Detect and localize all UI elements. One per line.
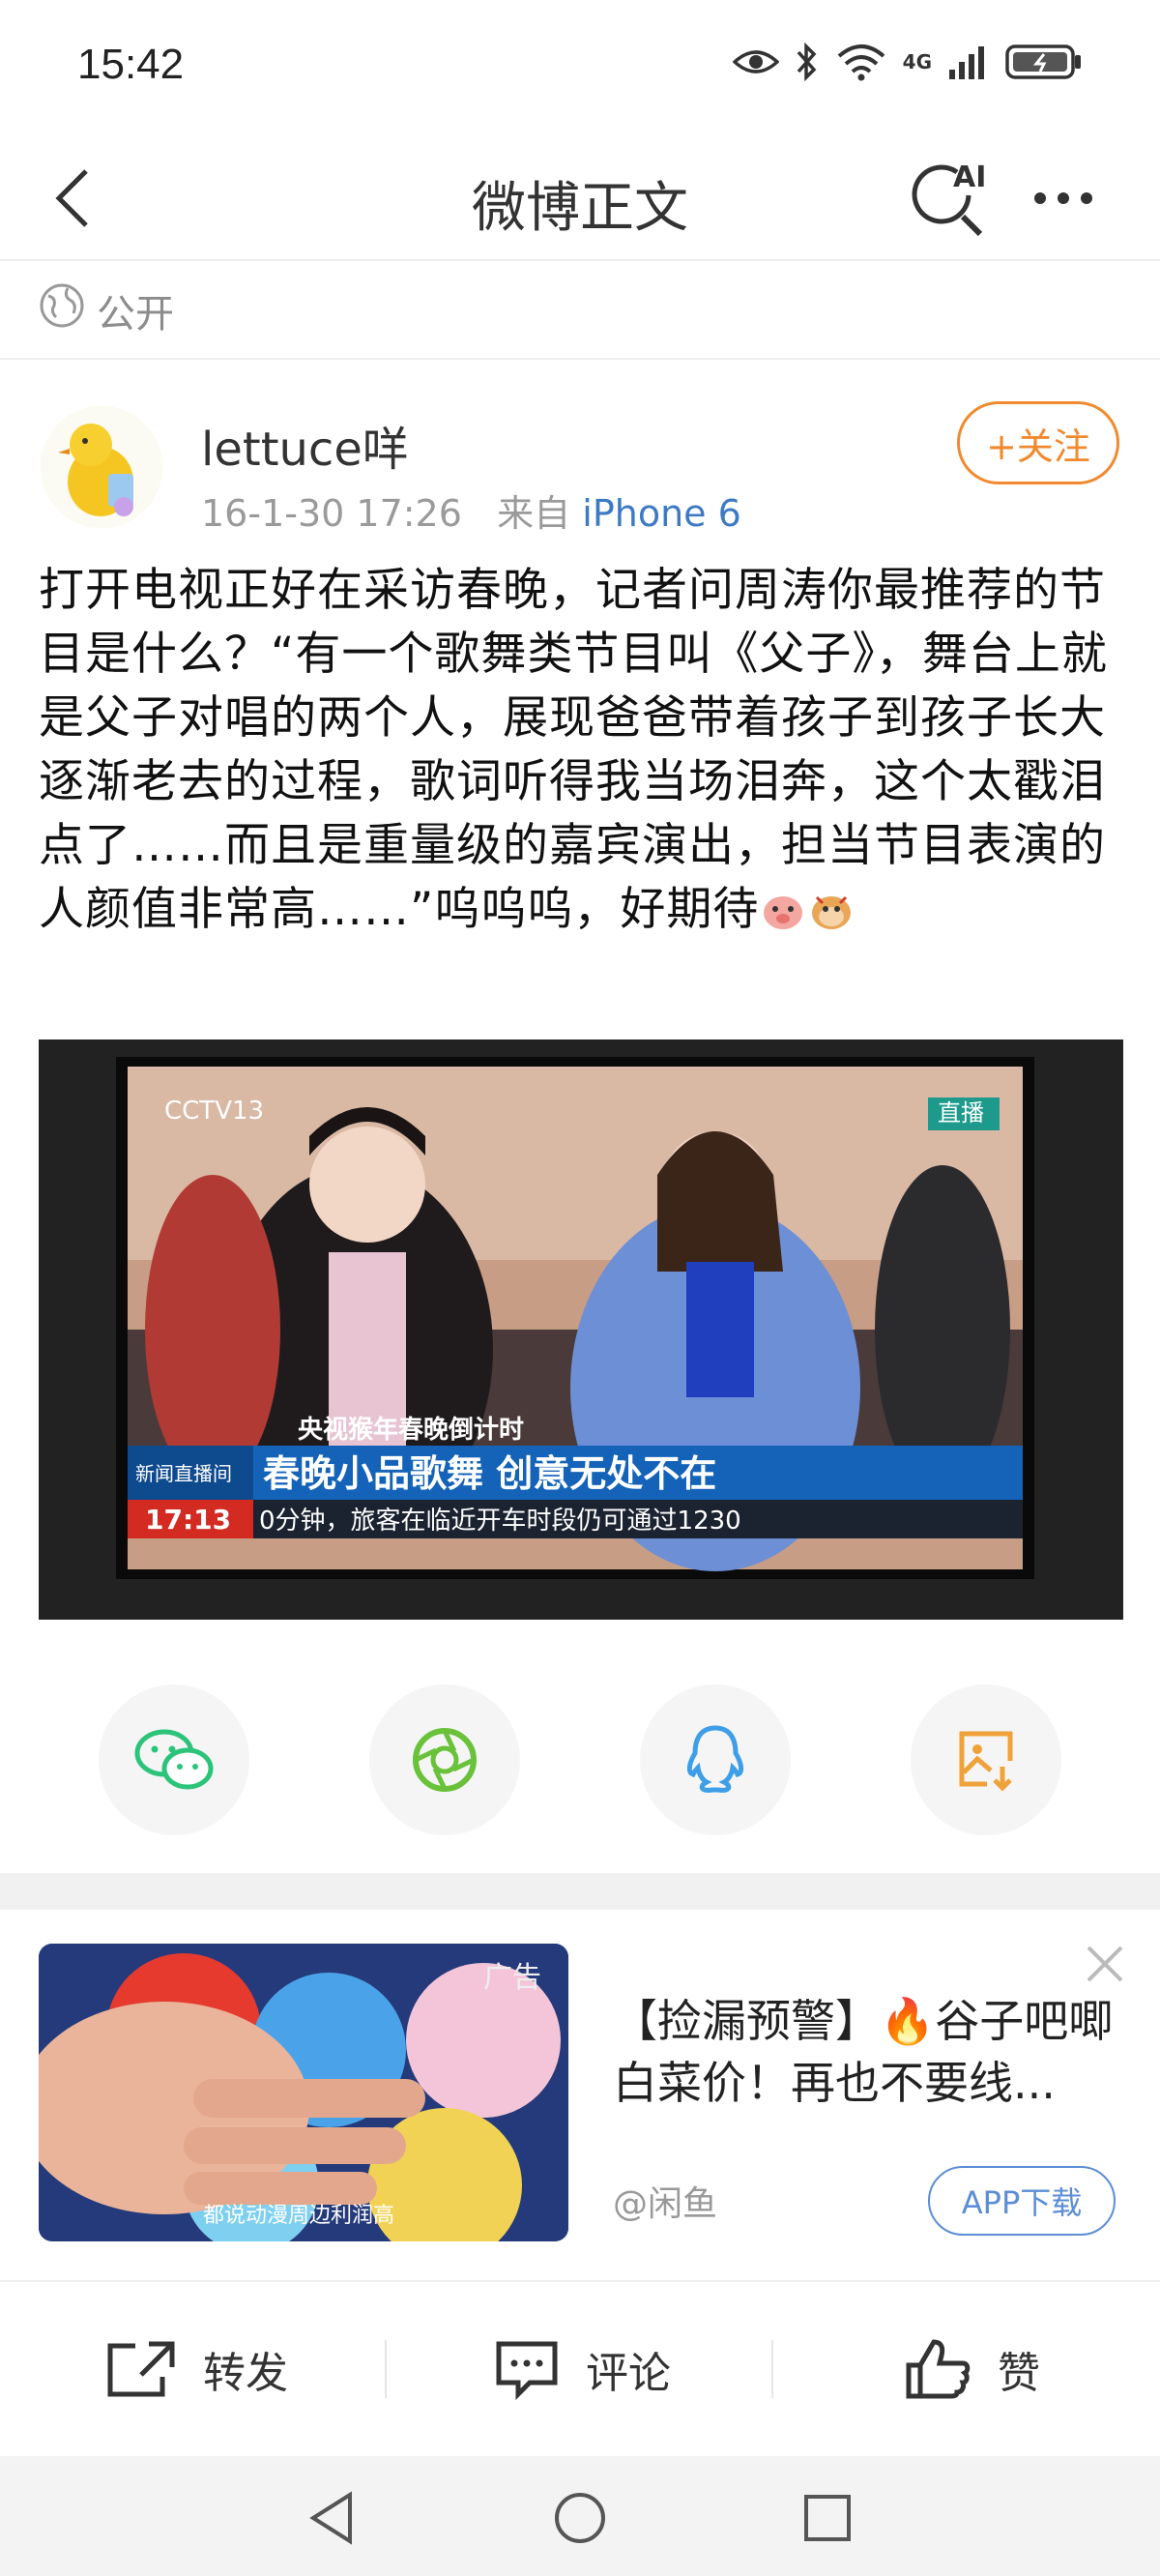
- repost-label: 转发: [203, 2349, 288, 2398]
- battery-icon: [1005, 44, 1081, 79]
- more-dot-icon: [1034, 192, 1046, 204]
- status-time: 15:42: [77, 41, 185, 88]
- tv-headline: 春晚小品歌舞 创意无处不在: [263, 1452, 716, 1495]
- post-body: 打开电视正好在采访春晚，记者问周涛你最推荐的节目是什么？“有一个歌舞类节目叫《父…: [39, 564, 1108, 936]
- like-button[interactable]: 赞: [903, 2282, 1040, 2456]
- network-label: 4G: [902, 50, 932, 73]
- status-icons: 4G: [732, 43, 1083, 81]
- system-nav-bar: [0, 2456, 1160, 2576]
- moments-icon: [413, 1728, 477, 1792]
- eye-icon: [732, 50, 779, 73]
- author-name[interactable]: lettuce咩: [201, 411, 409, 479]
- top-nav-bar: 微博正文 AI: [0, 135, 1160, 261]
- ai-search-button[interactable]: AI: [909, 157, 996, 244]
- avatar-duck-image: [41, 406, 162, 528]
- tv-channel-logo: CCTV13: [164, 1097, 264, 1126]
- more-button[interactable]: [1034, 174, 1112, 222]
- divider: [771, 2340, 773, 2398]
- post-source[interactable]: iPhone 6: [582, 492, 741, 535]
- qq-icon: [686, 1725, 744, 1793]
- emoji-monkey-icon: [807, 886, 856, 929]
- more-dot-icon: [1058, 192, 1069, 204]
- comment-label: 评论: [586, 2349, 671, 2398]
- ai-label: AI: [953, 161, 987, 194]
- tv-ticker: 0分钟，旅客在临近开车时段仍可通过1230: [259, 1507, 741, 1536]
- follow-button[interactable]: +关注: [957, 401, 1119, 484]
- visibility-row: 公开: [0, 261, 1160, 360]
- ad-tag: 广告: [483, 1961, 541, 1995]
- ad-source: @闲鱼: [613, 2184, 718, 2224]
- nav-back-icon[interactable]: [307, 2491, 356, 2545]
- save-image-icon: [959, 1731, 1013, 1792]
- tv-screen-image: CCTV13 直播 央视猴年春晚倒计时 新闻直播间 春晚小品歌舞 创意无处不在 …: [39, 1039, 1123, 1620]
- tv-time: 17:13: [145, 1504, 231, 1536]
- status-bar: 15:42 4G: [0, 0, 1160, 135]
- section-separator: [0, 1873, 1160, 1910]
- ad-download-button[interactable]: APP下载: [928, 2166, 1116, 2236]
- action-bar: 转发 评论 赞: [0, 2280, 1160, 2456]
- like-label: 赞: [998, 2349, 1040, 2398]
- divider: [385, 2340, 387, 2398]
- comment-button[interactable]: 评论: [493, 2282, 671, 2456]
- nav-home-icon[interactable]: [553, 2491, 607, 2545]
- tv-program: 新闻直播间: [135, 1462, 232, 1485]
- bluetooth-icon: [797, 43, 817, 81]
- ad-image-caption: 都说动漫周边利润高: [203, 2204, 394, 2228]
- wifi-icon: [837, 44, 884, 81]
- wechat-icon: [134, 1729, 214, 1790]
- ad-title[interactable]: 【捡漏预警】🔥谷子吧唧白菜价！再也不要线...: [613, 1990, 1135, 2114]
- signal-icon: [949, 46, 984, 79]
- thumbs-up-icon: [906, 2339, 971, 2399]
- repost-icon: [107, 2341, 175, 2397]
- share-qq-button[interactable]: [640, 1684, 791, 1835]
- emoji-pig-icon: [759, 886, 807, 929]
- more-dot-icon: [1081, 192, 1092, 204]
- tv-headline-small: 央视猴年春晚倒计时: [298, 1415, 524, 1445]
- tv-live-badge: 直播: [938, 1099, 984, 1127]
- save-image-button[interactable]: [911, 1684, 1061, 1835]
- post-image[interactable]: CCTV13 直播 央视猴年春晚倒计时 新闻直播间 春晚小品歌舞 创意无处不在 …: [39, 1039, 1123, 1620]
- post-date: 16-1-30 17:26: [201, 492, 462, 535]
- visibility-label: 公开: [97, 292, 174, 337]
- repost-button[interactable]: 转发: [104, 2282, 288, 2456]
- globe-icon: [40, 283, 84, 328]
- comment-icon: [496, 2341, 558, 2400]
- from-label: 来自: [497, 492, 571, 535]
- post-text: 打开电视正好在采访春晚，记者问周涛你最推荐的节目是什么？“有一个歌舞类节目叫《父…: [39, 559, 1131, 942]
- nav-recents-icon[interactable]: [802, 2493, 853, 2543]
- share-wechat-button[interactable]: [99, 1684, 249, 1835]
- close-icon[interactable]: [1083, 1942, 1127, 1986]
- share-moments-button[interactable]: [369, 1684, 520, 1835]
- avatar[interactable]: [41, 406, 162, 528]
- post-meta: 16-1-30 17:26 来自 iPhone 6: [201, 483, 741, 537]
